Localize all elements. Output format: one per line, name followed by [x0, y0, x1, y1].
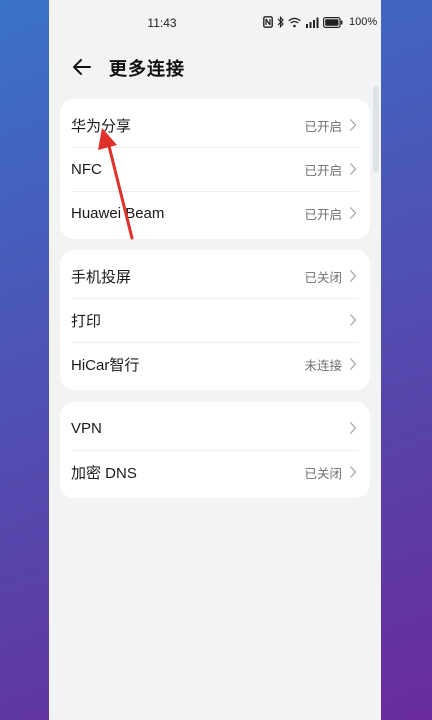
row-encrypted-dns[interactable]: 加密 DNS 已关闭	[60, 450, 370, 494]
divider	[71, 147, 359, 148]
battery-percentage: 100%	[349, 16, 378, 28]
row-label: 华为分享	[71, 117, 132, 135]
chevron-right-icon	[349, 270, 357, 282]
chevron-right-icon	[349, 466, 357, 478]
chevron-right-icon	[349, 163, 357, 175]
row-label: 手机投屏	[71, 268, 132, 286]
row-status: 已关闭	[304, 466, 342, 481]
row-nfc[interactable]: NFC 已开启	[60, 147, 370, 191]
chevron-right-icon	[349, 358, 357, 370]
row-label: NFC	[71, 160, 102, 178]
wifi-icon	[288, 17, 301, 27]
phone-screen: 11:43 100% 更多连接 华为分享 已开启 NFC 已开启 Huawei …	[49, 0, 381, 720]
divider	[71, 450, 359, 451]
divider	[71, 191, 359, 192]
status-bar: 11:43 100%	[49, 0, 381, 46]
row-status: 已关闭	[304, 270, 342, 285]
back-button[interactable]	[69, 54, 95, 80]
row-label: 加密 DNS	[71, 464, 137, 482]
page-title: 更多连接	[109, 59, 185, 79]
row-status: 已开启	[304, 163, 342, 178]
row-hicar[interactable]: HiCar智行 未连接	[60, 342, 370, 386]
bluetooth-icon	[277, 16, 284, 28]
row-screen-projection[interactable]: 手机投屏 已关闭	[60, 254, 370, 298]
battery-icon	[323, 16, 343, 28]
row-huawei-beam[interactable]: Huawei Beam 已开启	[60, 191, 370, 235]
chevron-right-icon	[349, 207, 357, 219]
scroll-handle[interactable]	[373, 86, 379, 172]
header: 更多连接	[49, 46, 381, 86]
row-label: Huawei Beam	[71, 204, 165, 222]
row-vpn[interactable]: VPN	[60, 406, 370, 450]
signal-icon	[306, 17, 319, 28]
settings-group-network: VPN 加密 DNS 已关闭	[60, 402, 370, 498]
row-status: 已开启	[304, 119, 342, 134]
row-status: 已开启	[304, 207, 342, 222]
row-label: 打印	[71, 312, 102, 330]
divider	[71, 342, 359, 343]
chevron-right-icon	[349, 314, 357, 326]
chevron-right-icon	[349, 422, 357, 434]
row-status: 未连接	[304, 358, 342, 373]
row-label: VPN	[71, 419, 102, 437]
row-print[interactable]: 打印	[60, 298, 370, 342]
settings-group-sharing: 华为分享 已开启 NFC 已开启 Huawei Beam 已开启	[60, 99, 370, 239]
status-icons: 100%	[263, 15, 377, 29]
chevron-right-icon	[349, 119, 357, 131]
status-time: 11:43	[147, 16, 177, 30]
settings-group-projection: 手机投屏 已关闭 打印 HiCar智行 未连接	[60, 250, 370, 390]
nfc-icon	[263, 16, 273, 28]
back-arrow-icon	[73, 59, 91, 75]
row-label: HiCar智行	[71, 356, 140, 374]
row-huawei-share[interactable]: 华为分享 已开启	[60, 103, 370, 147]
divider	[71, 298, 359, 299]
